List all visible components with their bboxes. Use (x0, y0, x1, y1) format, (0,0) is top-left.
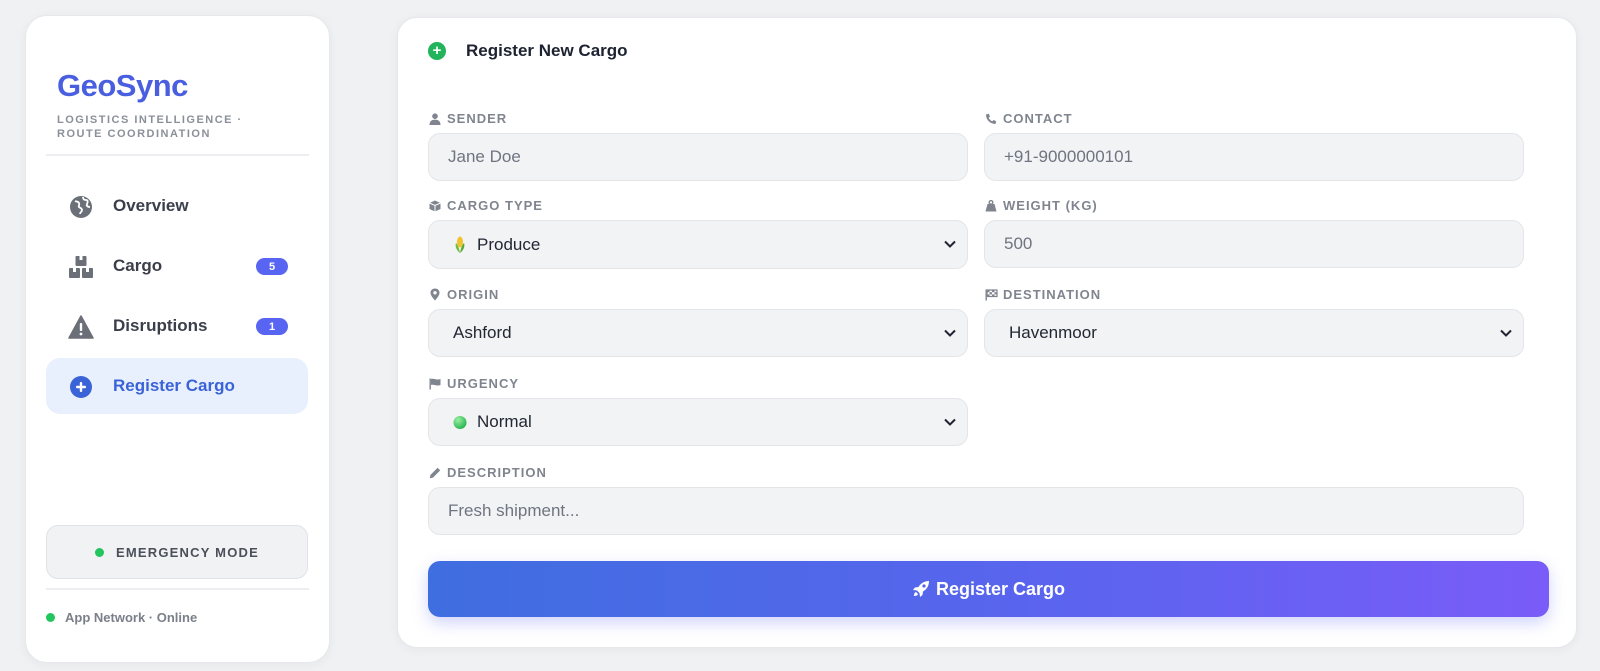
nav-label: Disruptions (113, 316, 208, 335)
origin-value: Ashford (453, 323, 512, 342)
user-icon (428, 112, 442, 126)
emergency-label: EMERGENCY MODE (116, 544, 259, 560)
sidebar: GeoSync LOGISTICS INTELLIGENCE · ROUTE C… (25, 15, 330, 663)
nav-item-cargo[interactable]: Cargo 5 (46, 238, 308, 294)
nav-item-overview[interactable]: Overview (46, 178, 308, 234)
network-status-text: App Network · Online (65, 610, 198, 625)
urgency-select[interactable]: Normal (428, 398, 968, 446)
nav-item-disruptions[interactable]: Disruptions 1 (46, 298, 308, 354)
weight-input[interactable]: 500 (984, 220, 1524, 268)
flag-checkered-icon (984, 288, 998, 302)
destination-select[interactable]: Havenmoor (984, 309, 1524, 357)
weight-icon (984, 199, 998, 213)
status-dot (46, 613, 55, 622)
network-status: App Network · Online (46, 610, 197, 625)
urgency-label: URGENCY (428, 376, 519, 391)
green-circle-icon (453, 413, 467, 431)
register-cargo-card: + Register New Cargo SENDER Jane Doe CON… (397, 17, 1577, 648)
description-label: DESCRIPTION (428, 465, 547, 480)
chevron-down-icon (944, 240, 956, 248)
globe-icon (68, 194, 94, 220)
corn-icon (453, 236, 467, 254)
cargo-type-label: CARGO TYPE (428, 198, 543, 213)
register-cargo-label: Register Cargo (935, 578, 1066, 599)
status-dot (95, 547, 105, 557)
chevron-down-icon (944, 418, 956, 426)
nav-label: Cargo (113, 256, 163, 275)
count-badge: 5 (256, 258, 288, 275)
brand-logo: GeoSync (57, 68, 188, 103)
sender-label: SENDER (428, 111, 507, 126)
rocket-icon (912, 581, 929, 597)
count-badge: 1 (256, 318, 288, 335)
phone-icon (984, 112, 998, 126)
emergency-mode-button[interactable]: EMERGENCY MODE (46, 525, 308, 579)
chevron-down-icon (944, 329, 956, 337)
sender-input[interactable]: Jane Doe (428, 133, 968, 181)
cube-icon (428, 199, 442, 213)
plus-circle-icon (68, 374, 94, 400)
brand-tagline: LOGISTICS INTELLIGENCE · ROUTE COORDINAT… (57, 114, 243, 140)
nav-label: Overview (113, 196, 189, 215)
description-input[interactable]: Fresh shipment... (428, 487, 1524, 535)
map-pin-icon (428, 288, 442, 302)
destination-value: Havenmoor (1009, 323, 1097, 342)
contact-label: CONTACT (984, 111, 1073, 126)
warning-icon (68, 314, 94, 340)
card-header: + Register New Cargo (428, 41, 628, 61)
urgency-value: Normal (477, 412, 532, 431)
register-cargo-button[interactable]: Register Cargo (428, 561, 1549, 617)
cargo-type-value: Produce (477, 234, 541, 254)
boxes-icon (68, 254, 94, 280)
cargo-type-select[interactable]: Produce (428, 220, 968, 269)
origin-label: ORIGIN (428, 287, 499, 302)
contact-input[interactable]: +91-9000000101 (984, 133, 1524, 181)
card-title: Register New Cargo (466, 41, 628, 60)
chevron-down-icon (1500, 329, 1512, 337)
destination-label: DESTINATION (984, 287, 1101, 302)
flag-icon (428, 377, 442, 391)
weight-label: WEIGHT (KG) (984, 198, 1098, 213)
divider (46, 588, 309, 590)
pencil-icon (428, 466, 442, 480)
nav-item-register-cargo[interactable]: Register Cargo (46, 358, 308, 414)
nav-label: Register Cargo (113, 376, 235, 395)
plus-circle-icon: + (428, 42, 446, 60)
divider (46, 154, 309, 156)
origin-select[interactable]: Ashford (428, 309, 968, 357)
